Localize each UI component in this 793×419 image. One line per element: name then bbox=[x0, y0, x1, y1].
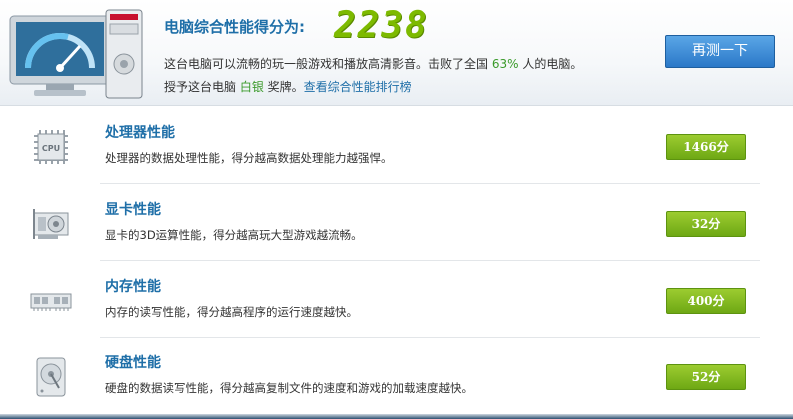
item-title: 处理器性能 bbox=[105, 125, 175, 141]
score-title: 电脑综合性能得分为: bbox=[164, 18, 305, 36]
item-title: 硬盘性能 bbox=[105, 355, 161, 371]
beat-percent: 63% bbox=[491, 57, 519, 71]
divider bbox=[100, 260, 760, 261]
medal-text-end: 奖牌。 bbox=[263, 80, 304, 94]
list-item-memory: 内存性能 内存的读写性能，得分越高程序的运行速度越快。 400分 bbox=[0, 262, 793, 339]
list-item-cpu: CPU 处理器性能 处理器的数据处理性能，得分越高数据处理能力越强悍。 1466… bbox=[0, 108, 793, 185]
hard-disk-icon bbox=[36, 357, 66, 397]
computer-speedometer-icon bbox=[9, 9, 143, 99]
list-item-graphics: 显卡性能 显卡的3D运算性能，得分越高玩大型游戏越流畅。 32分 bbox=[0, 185, 793, 262]
total-score: 2238 bbox=[334, 5, 429, 46]
memory-score-badge: 400分 bbox=[666, 288, 746, 314]
item-title: 显卡性能 bbox=[105, 202, 161, 218]
medal-text: 授予这台电脑 bbox=[164, 80, 240, 94]
cpu-score-badge: 1466分 bbox=[666, 134, 746, 160]
description-text-end: 人的电脑。 bbox=[518, 57, 583, 71]
item-title: 内存性能 bbox=[105, 279, 161, 295]
description-text: 这台电脑可以流畅的玩一般游戏和播放高清影音。击败了全国 bbox=[164, 57, 492, 71]
ranking-link[interactable]: 查看综合性能排行榜 bbox=[304, 80, 412, 94]
score-description: 这台电脑可以流畅的玩一般游戏和播放高清影音。击败了全国 63% 人的电脑。 bbox=[164, 55, 582, 72]
graphics-card-icon bbox=[33, 209, 69, 239]
medal-name: 白银 bbox=[239, 80, 264, 94]
summary-header: 电脑综合性能得分为: 2238 这台电脑可以流畅的玩一般游戏和播放高清影音。击败… bbox=[0, 0, 793, 106]
item-description: 内存的读写性能，得分越高程序的运行速度越快。 bbox=[105, 305, 358, 319]
disk-score-badge: 52分 bbox=[666, 364, 746, 390]
item-description: 显卡的3D运算性能，得分越高玩大型游戏越流畅。 bbox=[105, 228, 363, 242]
bottom-border bbox=[0, 414, 793, 419]
retest-button[interactable]: 再测一下 bbox=[665, 35, 775, 68]
item-description: 硬盘的数据读写性能，得分越高复制文件的速度和游戏的加载速度越快。 bbox=[105, 381, 473, 395]
item-description: 处理器的数据处理性能，得分越高数据处理能力越强悍。 bbox=[105, 151, 393, 165]
divider bbox=[100, 183, 760, 184]
svg-text:CPU: CPU bbox=[42, 144, 60, 153]
memory-icon bbox=[30, 293, 72, 311]
graphics-score-badge: 32分 bbox=[666, 211, 746, 237]
medal-description: 授予这台电脑 白银 奖牌。查看综合性能排行榜 bbox=[164, 78, 412, 95]
list-item-hard-disk: 硬盘性能 硬盘的数据读写性能，得分越高复制文件的速度和游戏的加载速度越快。 52… bbox=[0, 338, 793, 415]
cpu-icon: CPU bbox=[34, 130, 68, 164]
